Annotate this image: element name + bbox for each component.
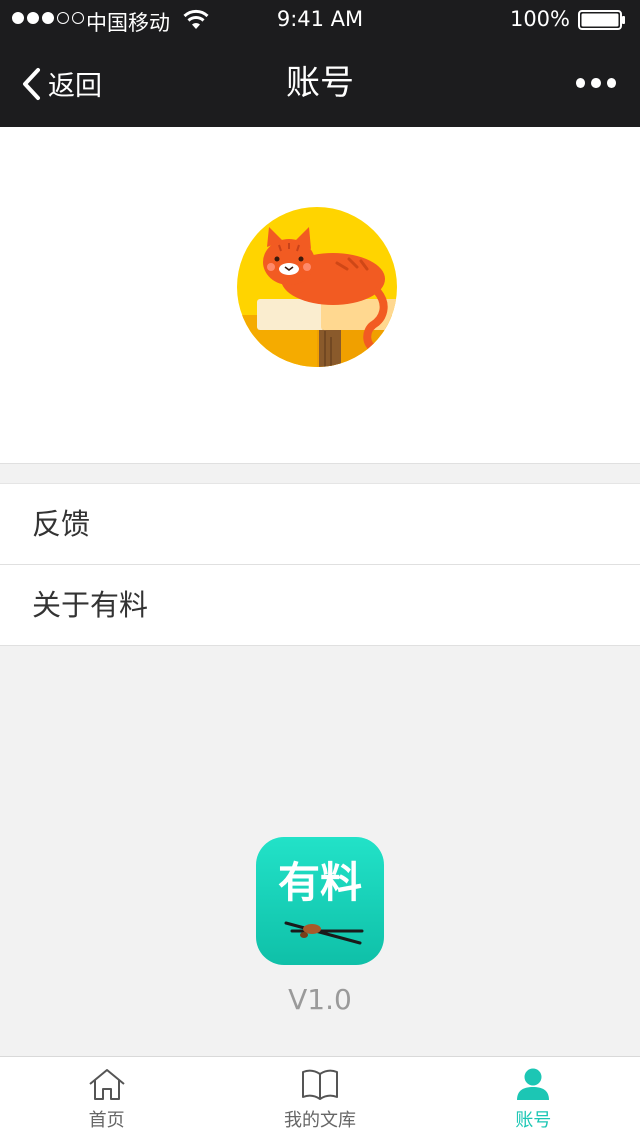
tab-library[interactable]: 我的文库: [213, 1057, 426, 1136]
battery-icon: [578, 10, 625, 30]
navigation-bar: 返回 账号: [0, 40, 640, 127]
about-item[interactable]: 关于有料: [0, 565, 640, 646]
more-dot: [606, 78, 616, 88]
more-options-button[interactable]: [576, 70, 616, 96]
page-title: 账号: [286, 63, 354, 103]
status-bar: 中国移动 9:41 AM 100%: [0, 0, 640, 40]
user-icon: [517, 1068, 550, 1100]
battery-percentage: 100%: [509, 7, 570, 31]
app-version: V1.0: [288, 983, 352, 1016]
profile-section: [0, 127, 640, 464]
app-logo: 有料: [256, 837, 384, 965]
top-bar: 中国移动 9:41 AM 100% 返回 账号: [0, 0, 640, 127]
tab-bar: 首页 我的文库 账号: [0, 1056, 640, 1136]
app-logo-text: 有料: [278, 858, 362, 907]
tab-label: 首页: [88, 1110, 125, 1131]
tab-label: 账号: [515, 1110, 552, 1131]
tab-account[interactable]: 账号: [427, 1057, 640, 1136]
tab-label: 我的文库: [283, 1110, 356, 1131]
feedback-item[interactable]: 反馈: [0, 484, 640, 565]
book-icon: [301, 1069, 338, 1100]
tab-home[interactable]: 首页: [0, 1057, 213, 1136]
more-dot: [591, 78, 601, 88]
menu-list: 反馈 关于有料: [0, 483, 640, 646]
home-icon: [89, 1069, 125, 1100]
avatar[interactable]: [237, 207, 397, 367]
more-dot: [576, 78, 586, 88]
